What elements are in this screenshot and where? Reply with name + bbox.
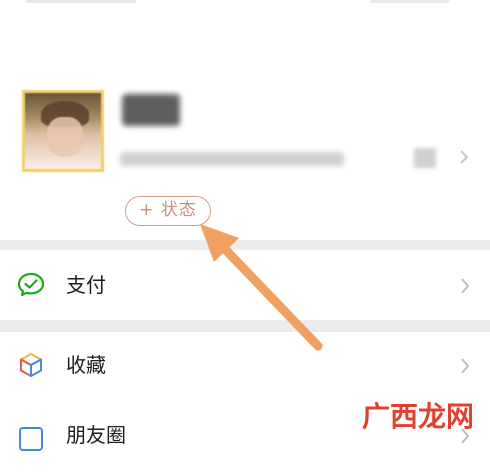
- menu-item-pay[interactable]: 支付: [0, 254, 490, 318]
- header-fragment-left: [26, 0, 136, 3]
- avatar-face: [47, 117, 83, 157]
- avatar[interactable]: [22, 90, 104, 172]
- header-fragment-right: [370, 0, 450, 3]
- menu-item-label: 朋友圈: [66, 423, 126, 447]
- chevron-right-icon: [458, 148, 470, 166]
- nickname-blurred: [122, 94, 180, 126]
- top-cropped-header: [0, 0, 490, 10]
- wechat-id-blurred: [120, 152, 344, 166]
- menu-item-label: 收藏: [66, 353, 106, 377]
- watermark-logo: 广西龙网: [362, 400, 475, 433]
- profile-card[interactable]: + 状态: [0, 60, 490, 240]
- moments-icon: [16, 424, 46, 454]
- qr-code-icon[interactable]: [414, 148, 436, 168]
- chevron-right-icon: [458, 354, 472, 378]
- section-divider: [0, 240, 490, 250]
- chevron-right-icon: [458, 274, 472, 298]
- pay-icon: [16, 270, 46, 300]
- menu-item-favorites[interactable]: 收藏: [0, 334, 490, 398]
- section-divider: [0, 320, 490, 332]
- favorites-cube-icon: [16, 350, 46, 380]
- menu-item-label: 支付: [66, 273, 106, 297]
- add-status-button[interactable]: + 状态: [125, 196, 211, 226]
